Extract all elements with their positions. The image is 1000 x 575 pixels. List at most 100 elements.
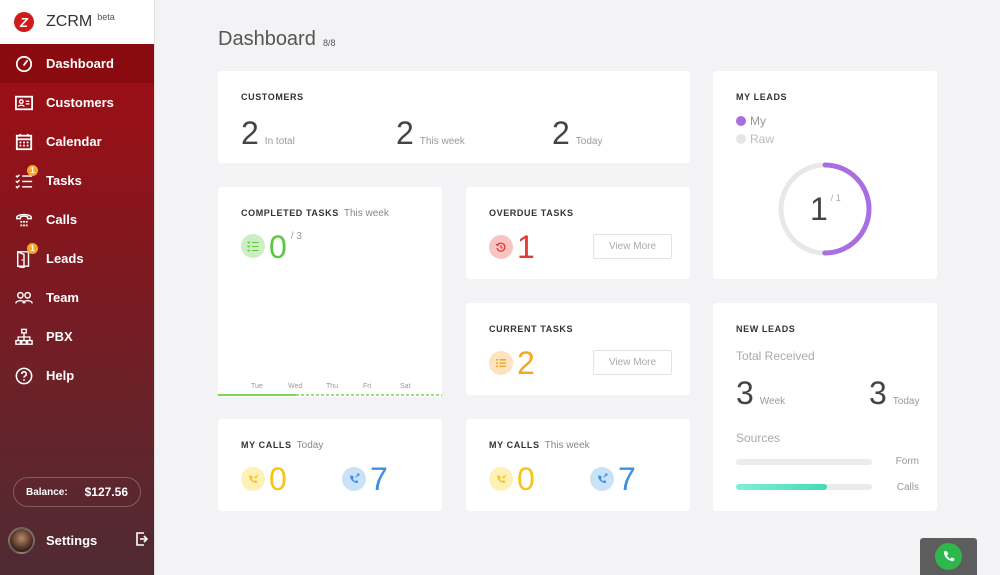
stat-value: 2 <box>241 115 259 151</box>
stat-value: 3 <box>869 375 887 411</box>
phone-widget[interactable] <box>920 538 977 575</box>
outgoing-calls-stat: 7 <box>342 463 388 495</box>
card-subtitle: This week <box>544 440 590 451</box>
total-received-label: Total Received <box>736 349 815 363</box>
card-title-text: COMPLETED TASKS <box>241 208 339 218</box>
sidebar-item-label: Calendar <box>46 134 102 149</box>
leads-ratio: 1 / 1 <box>810 193 841 225</box>
card-subtitle: Today <box>296 440 324 451</box>
sidebar-item-label: Calls <box>46 212 78 227</box>
source-bar-calls <box>736 484 872 490</box>
day-label: Fri <box>363 383 372 390</box>
balance-value: $127.56 <box>84 485 128 499</box>
stat-label: This week <box>419 136 465 147</box>
legend-label: My <box>750 114 766 128</box>
stat-value: 2 <box>552 115 570 151</box>
overdue-value: 1 <box>517 229 535 265</box>
leads-value: 1 <box>810 191 828 227</box>
sidebar-item-calendar[interactable]: Calendar <box>0 122 154 161</box>
sidebar-item-leads[interactable]: 1 Leads <box>0 239 154 278</box>
contact-card-icon <box>14 93 34 113</box>
card-title: NEW LEADS <box>736 324 796 334</box>
stat-label: Week <box>759 396 786 407</box>
overdue-view-more-button[interactable]: View More <box>593 234 672 259</box>
source-bar-form <box>736 459 872 465</box>
my-calls-today-card[interactable]: MY CALLS Today 0 7 <box>218 419 442 511</box>
legend-dot <box>736 116 746 126</box>
help-icon <box>14 366 34 386</box>
overdue-clock-icon <box>489 235 513 259</box>
overdue-stat: 1 <box>489 231 535 263</box>
stat-label: Today <box>575 136 603 147</box>
current-tasks-card[interactable]: CURRENT TASKS 2 View More <box>466 303 690 395</box>
incoming-calls-value: 0 <box>269 461 287 497</box>
widget-count: 8/8 <box>323 38 336 48</box>
customers-total: 2 In total <box>241 117 295 149</box>
my-leads-card[interactable]: MY LEADS My Raw 1 / 1 <box>713 71 937 279</box>
leads-badge: 1 <box>27 242 38 254</box>
phone-call-button[interactable] <box>935 543 962 570</box>
outgoing-calls-value: 7 <box>618 461 636 497</box>
telephone-icon <box>14 210 34 230</box>
sidebar-item-label: Help <box>46 368 75 383</box>
customers-today: 2 Today <box>552 117 602 149</box>
card-title: MY LEADS <box>736 92 788 102</box>
sidebar-item-tasks[interactable]: 1 Tasks <box>0 161 154 200</box>
sidebar-item-team[interactable]: Team <box>0 278 154 317</box>
sidebar-item-label: Team <box>46 290 79 305</box>
stat-value: 3 <box>736 375 754 411</box>
completed-tasks-card[interactable]: COMPLETED TASKS This week 0 / 3 Tue Wed T… <box>218 187 442 397</box>
overdue-tasks-card[interactable]: OVERDUE TASKS 1 View More <box>466 187 690 279</box>
source-label: Calls <box>896 482 919 493</box>
sidebar-item-customers[interactable]: Customers <box>0 83 154 122</box>
sidebar-item-help[interactable]: Help <box>0 356 154 395</box>
card-subtitle: This week <box>343 208 389 219</box>
settings-row[interactable]: Settings <box>8 526 149 554</box>
customers-card[interactable]: CUSTOMERS 2 In total 2 This week 2 Today <box>218 71 690 163</box>
main-content: Dashboard 8/8 CUSTOMERS 2 In total 2 Thi… <box>155 0 1000 575</box>
new-leads-week: 3 Week <box>736 377 785 409</box>
new-leads-today: 3 Today <box>869 377 919 409</box>
incoming-calls-stat: 0 <box>241 463 287 495</box>
legend-item-my[interactable]: My <box>736 114 766 128</box>
sidebar-item-label: Dashboard <box>46 56 114 71</box>
incoming-calls-stat: 0 <box>489 463 535 495</box>
network-icon <box>14 327 34 347</box>
completed-total: / 3 <box>290 231 302 242</box>
sidebar-item-label: PBX <box>46 329 73 344</box>
sidebar-item-label: Leads <box>46 251 84 266</box>
balance-label: Balance: <box>26 486 68 498</box>
checklist-icon <box>241 234 265 258</box>
card-title-text: MY CALLS <box>241 440 292 450</box>
app-name: ZCRM <box>46 13 93 30</box>
logo-bar[interactable]: Z ZCRM beta <box>0 0 154 44</box>
sidebar-item-pbx[interactable]: PBX <box>0 317 154 356</box>
tasks-badge: 1 <box>27 164 38 176</box>
settings-link[interactable]: Settings <box>46 533 97 548</box>
day-label: Sat <box>400 383 411 390</box>
my-calls-week-card[interactable]: MY CALLS This week 0 7 <box>466 419 690 511</box>
incoming-call-icon <box>489 467 513 491</box>
outgoing-call-icon <box>590 467 614 491</box>
sidebar-item-dashboard[interactable]: Dashboard <box>0 44 154 83</box>
sources-label: Sources <box>736 431 781 445</box>
list-icon <box>489 351 513 375</box>
sidebar-item-calls[interactable]: Calls <box>0 200 154 239</box>
day-label: Thu <box>326 383 339 390</box>
stat-value: 2 <box>396 115 414 151</box>
day-label: Wed <box>288 383 303 390</box>
current-view-more-button[interactable]: View More <box>593 350 672 375</box>
balance-pill[interactable]: Balance: $127.56 <box>13 477 141 507</box>
legend-item-raw[interactable]: Raw <box>736 132 774 146</box>
current-value: 2 <box>517 345 535 381</box>
outgoing-call-icon <box>342 467 366 491</box>
incoming-call-icon <box>241 467 265 491</box>
completed-stat: 0 / 3 <box>241 231 302 263</box>
phone-icon <box>943 551 955 562</box>
avatar[interactable] <box>8 526 35 554</box>
source-bar-fill <box>736 484 828 490</box>
outgoing-calls-stat: 7 <box>590 463 636 495</box>
new-leads-card[interactable]: NEW LEADS Total Received 3 Week 3 Today … <box>713 303 937 511</box>
logout-icon[interactable] <box>136 532 149 546</box>
tasks-progress-line <box>218 394 442 396</box>
